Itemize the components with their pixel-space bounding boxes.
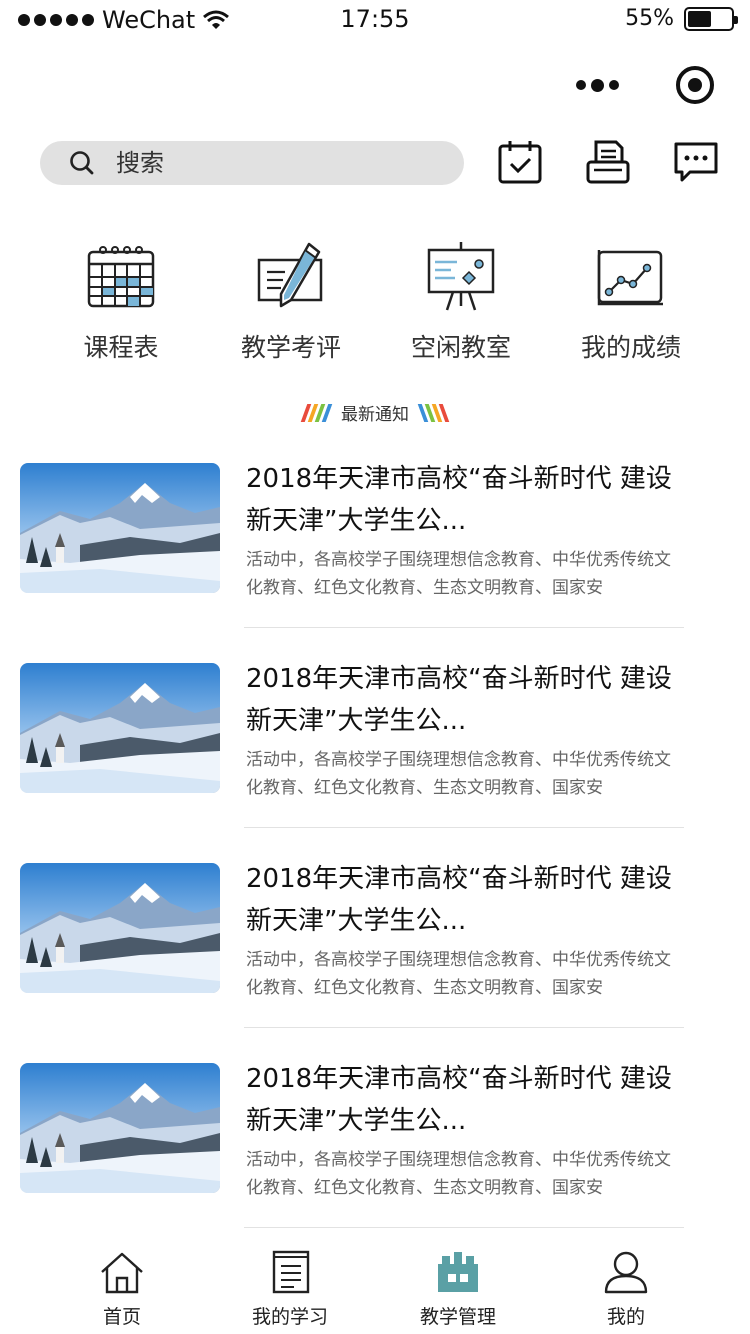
decorative-stripes-icon — [300, 403, 333, 422]
tab-label: 我的学习 — [251, 1306, 328, 1328]
news-thumbnail — [20, 863, 220, 993]
home-icon — [101, 1252, 143, 1294]
divider — [244, 627, 684, 628]
battery-status: 55% — [625, 6, 738, 31]
calendar-check-icon[interactable] — [496, 138, 544, 186]
quick-menu-my-grades[interactable]: 我的成绩 — [546, 240, 716, 364]
close-miniprogram-icon[interactable] — [676, 66, 714, 104]
top-actions — [496, 138, 720, 186]
more-icon[interactable] — [564, 78, 619, 92]
user-icon — [604, 1251, 648, 1294]
divider — [244, 827, 684, 828]
news-item[interactable]: 2018年天津市高校“奋斗新时代 建设新天津”大学生公... 活动中，各高校学子… — [0, 1048, 750, 1248]
news-title: 2018年天津市高校“奋斗新时代 建设新天津”大学生公... — [246, 1064, 672, 1136]
battery-icon — [684, 6, 738, 31]
calendar-grid-icon — [87, 246, 155, 308]
tab-my-study[interactable]: 我的学习 — [206, 1236, 374, 1334]
message-icon[interactable] — [672, 138, 720, 186]
divider — [244, 1027, 684, 1028]
battery-percentage: 55% — [625, 6, 674, 31]
decorative-stripes-icon — [417, 403, 450, 422]
news-summary: 活动中，各高校学子围绕理想信念教育、中华优秀传统文化教育、红色文化教育、生态文明… — [246, 1150, 671, 1198]
quick-menu-course-schedule[interactable]: 课程表 — [36, 240, 206, 364]
news-title: 2018年天津市高校“奋斗新时代 建设新天津”大学生公... — [246, 864, 672, 936]
news-summary: 活动中，各高校学子围绕理想信念教育、中华优秀传统文化教育、红色文化教育、生态文明… — [246, 750, 671, 798]
quick-menu-label: 课程表 — [83, 333, 159, 362]
news-item[interactable]: 2018年天津市高校“奋斗新时代 建设新天津”大学生公... 活动中，各高校学子… — [0, 448, 750, 648]
quick-menu-teaching-evaluation[interactable]: 教学考评 — [206, 240, 376, 364]
search-icon — [70, 151, 94, 175]
presentation-board-icon — [427, 242, 495, 311]
line-chart-icon — [597, 250, 663, 306]
search-bar[interactable] — [40, 141, 464, 185]
quick-menu-label: 我的成绩 — [580, 333, 681, 362]
news-item[interactable]: 2018年天津市高校“奋斗新时代 建设新天津”大学生公... 活动中，各高校学子… — [0, 848, 750, 1048]
tab-label: 我的 — [606, 1306, 645, 1328]
tab-label: 首页 — [102, 1306, 141, 1328]
printer-icon[interactable] — [584, 138, 632, 186]
news-thumbnail — [20, 463, 220, 593]
quick-menu-free-classroom[interactable]: 空闲教室 — [376, 240, 546, 364]
quick-menu: 课程表 教学考评 空闲教室 我的成绩 — [36, 240, 716, 364]
tab-label: 教学管理 — [419, 1306, 496, 1328]
tab-teaching-management[interactable]: 教学管理 — [374, 1236, 542, 1334]
section-title: 最新通知 — [341, 405, 409, 425]
news-item[interactable]: 2018年天津市高校“奋斗新时代 建设新天津”大学生公... 活动中，各高校学子… — [0, 648, 750, 848]
edit-document-icon — [257, 242, 323, 308]
news-thumbnail — [20, 663, 220, 793]
news-summary: 活动中，各高校学子围绕理想信念教育、中华优秀传统文化教育、红色文化教育、生态文明… — [246, 550, 671, 598]
mini-program-capsule — [564, 62, 714, 108]
search-input[interactable] — [116, 149, 416, 177]
notebook-icon — [272, 1250, 310, 1294]
tab-me[interactable]: 我的 — [542, 1236, 710, 1334]
news-title: 2018年天津市高校“奋斗新时代 建设新天津”大学生公... — [246, 664, 672, 736]
tab-bar: 首页 我的学习 教学管理 我的 — [0, 1236, 750, 1334]
news-thumbnail — [20, 1063, 220, 1193]
news-summary: 活动中，各高校学子围绕理想信念教育、中华优秀传统文化教育、红色文化教育、生态文明… — [246, 950, 671, 998]
building-icon — [438, 1252, 478, 1292]
news-list: 2018年天津市高校“奋斗新时代 建设新天津”大学生公... 活动中，各高校学子… — [0, 448, 750, 1248]
quick-menu-label: 空闲教室 — [410, 333, 511, 362]
status-bar: WeChat 17:55 55% — [0, 0, 750, 40]
quick-menu-label: 教学考评 — [240, 333, 341, 362]
tab-home[interactable]: 首页 — [38, 1236, 206, 1334]
section-header: 最新通知 — [0, 400, 750, 425]
news-title: 2018年天津市高校“奋斗新时代 建设新天津”大学生公... — [246, 464, 672, 536]
divider — [244, 1227, 684, 1228]
